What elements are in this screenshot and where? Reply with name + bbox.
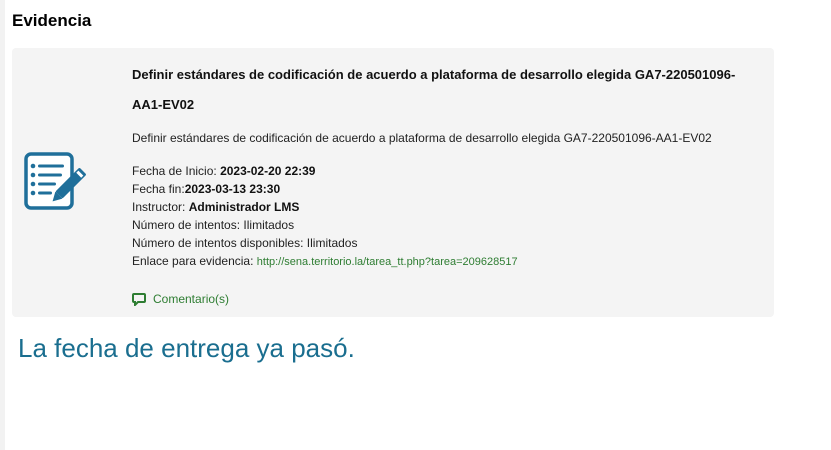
evidence-link-row: Enlace para evidencia: http://sena.terri… (132, 252, 762, 271)
evidence-card: Definir estándares de codificación de ac… (12, 48, 774, 317)
evidence-page: Evidencia Definir estándares de codifica… (5, 0, 831, 450)
comments-link[interactable]: Comentario(s) (132, 292, 229, 306)
attempts-row: Número de intentos: Ilimitados (132, 216, 762, 234)
start-date-value: 2023-02-20 22:39 (220, 164, 316, 178)
available-attempts-label: Número de intentos disponibles: (132, 236, 304, 250)
available-attempts-row: Número de intentos disponibles: Ilimitad… (132, 234, 762, 252)
evidence-meta: Fecha de Inicio: 2023-02-20 22:39 Fecha … (132, 162, 762, 271)
evidence-description: Definir estándares de codificación de ac… (132, 131, 712, 145)
start-date-label: Fecha de Inicio: (132, 164, 217, 178)
comment-icon (132, 292, 146, 306)
evidence-link-label: Enlace para evidencia: (132, 254, 254, 268)
start-date-row: Fecha de Inicio: 2023-02-20 22:39 (132, 162, 762, 180)
end-date-value: 2023-03-13 23:30 (184, 182, 281, 196)
available-attempts-value: Ilimitados (306, 236, 358, 250)
deadline-passed-notice: La fecha de entrega ya pasó. (18, 333, 355, 363)
end-date-label: Fecha fin: (132, 182, 185, 196)
evidence-title: Definir estándares de codificación de ac… (132, 67, 736, 112)
attempts-value: Ilimitados (243, 218, 295, 232)
instructor-label: Instructor: (132, 200, 186, 214)
section-title: Evidencia (12, 11, 92, 30)
document-edit-icon (24, 152, 86, 210)
evidence-details: Definir estándares de codificación de ac… (132, 60, 762, 271)
attempts-label: Número de intentos: (132, 218, 241, 232)
instructor-value: Administrador LMS (188, 200, 300, 214)
evidence-link[interactable]: http://sena.territorio.la/tarea_tt.php?t… (257, 256, 518, 268)
end-date-row: Fecha fin:2023-03-13 23:30 (132, 180, 762, 198)
comments-label: Comentario(s) (153, 292, 230, 306)
instructor-row: Instructor: Administrador LMS (132, 198, 762, 216)
